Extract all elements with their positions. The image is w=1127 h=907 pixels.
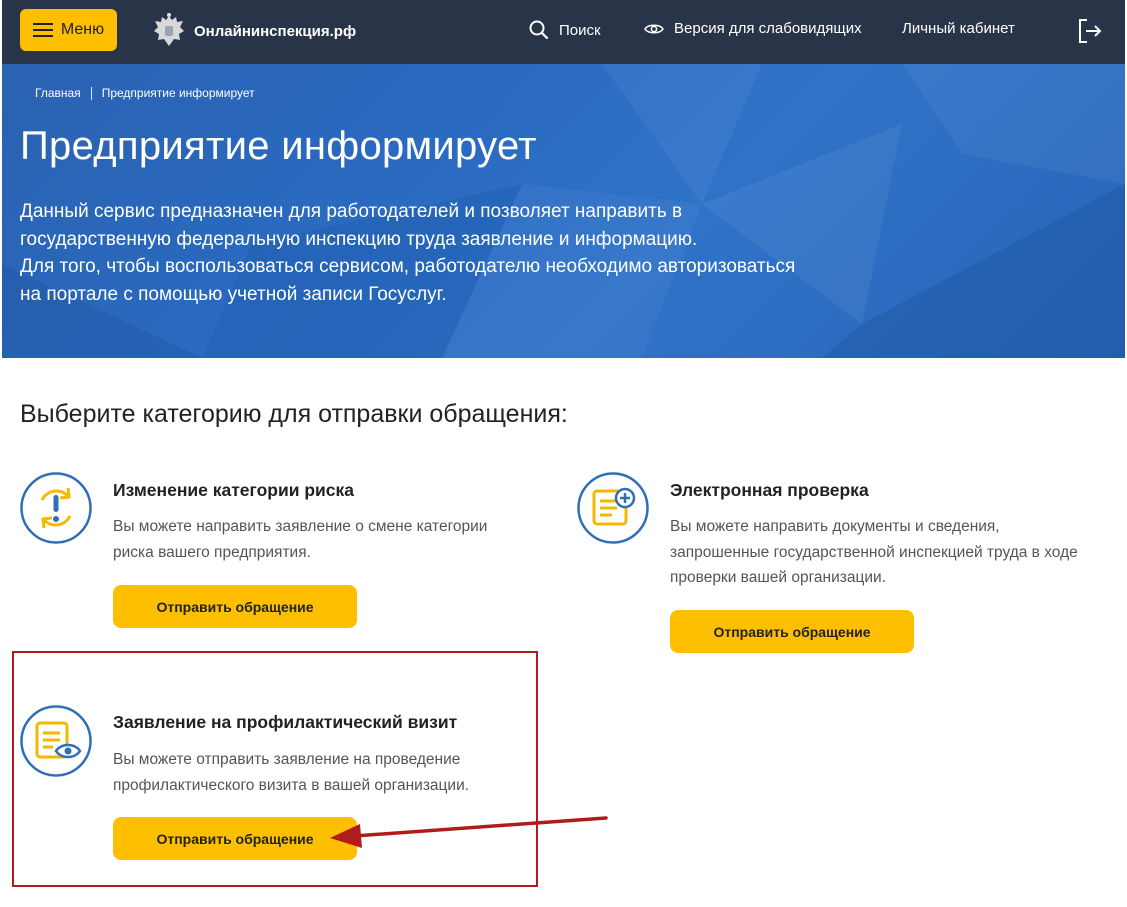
hero-description-line: Данный сервис предназначен для работодат… <box>20 201 683 222</box>
top-navigation-bar: Меню Онлайнинспекция.рф Поиск Версия для… <box>2 0 1125 64</box>
card-text-line: Вы можете направить документы и сведения… <box>670 518 1000 535</box>
annotation-arrow-icon <box>330 816 608 848</box>
send-request-button-electronic-inspection[interactable]: Отправить обращение <box>670 610 914 653</box>
breadcrumb-home-link[interactable]: Главная <box>35 86 81 100</box>
breadcrumb-current: Предприятие информирует <box>101 86 255 100</box>
document-add-icon <box>577 472 649 544</box>
search-label: Поиск <box>559 21 601 39</box>
card-text-line: Вы можете направить заявление о смене ка… <box>113 518 488 535</box>
menu-button[interactable]: Меню <box>20 9 117 51</box>
breadcrumb: Главная Предприятие информирует <box>35 86 255 100</box>
hero-description: Данный сервис предназначен для работодат… <box>20 198 860 308</box>
card-text-line: проверки вашей организации. <box>670 569 887 586</box>
card-title-preventive-visit: Заявление на профилактический визит <box>113 712 458 732</box>
card-title-electronic-inspection: Электронная проверка <box>670 480 869 500</box>
logout-button[interactable] <box>1078 18 1102 49</box>
risk-change-icon <box>20 472 92 544</box>
hero-description-line: государственную федеральную инспекцию тр… <box>20 228 698 250</box>
card-text-line: запрошенные государственной инспекцией т… <box>670 543 1078 561</box>
cabinet-label: Личный кабинет <box>902 20 1015 37</box>
hero-banner: Главная Предприятие информирует Предприя… <box>2 64 1125 358</box>
hero-description-line: на портале с помощью учетной записи Госу… <box>20 283 447 305</box>
coat-of-arms-icon <box>154 13 184 46</box>
breadcrumb-separator <box>90 86 92 100</box>
eye-icon <box>644 24 664 33</box>
accessibility-version-link[interactable]: Версия для слабовидящих <box>644 20 862 37</box>
card-text-line: профилактического визита в вашей организ… <box>113 776 470 794</box>
document-eye-icon <box>20 705 92 777</box>
card-text-line: Вы можете отправить заявление на проведе… <box>113 751 461 768</box>
page-title: Предприятие информирует <box>20 124 537 168</box>
hamburger-icon <box>32 23 53 37</box>
accessibility-label: Версия для слабовидящих <box>674 20 862 37</box>
search-icon <box>529 20 549 40</box>
card-text-risk-change: Вы можете направить заявление о смене ка… <box>113 514 487 565</box>
card-title-risk-change: Изменение категории риска <box>113 480 355 500</box>
send-request-button-risk-change[interactable]: Отправить обращение <box>113 585 357 628</box>
site-logo[interactable]: Онлайнинспекция.рф <box>152 12 356 50</box>
hero-description-line: Для того, чтобы воспользоваться сервисом… <box>20 256 796 277</box>
card-text-preventive-visit: Вы можете отправить заявление на проведе… <box>113 747 469 798</box>
menu-button-label: Меню <box>60 21 105 38</box>
section-title: Выберите категорию для отправки обращени… <box>20 400 568 428</box>
search-link[interactable]: Поиск <box>529 20 601 40</box>
logout-icon <box>1079 19 1102 43</box>
logo-text: Онлайнинспекция.рф <box>194 22 357 40</box>
card-text-line: риска вашего предприятия. <box>113 543 311 561</box>
personal-cabinet-link[interactable]: Личный кабинет <box>902 20 1015 37</box>
card-text-electronic-inspection: Вы можете направить документы и сведения… <box>670 514 1078 591</box>
